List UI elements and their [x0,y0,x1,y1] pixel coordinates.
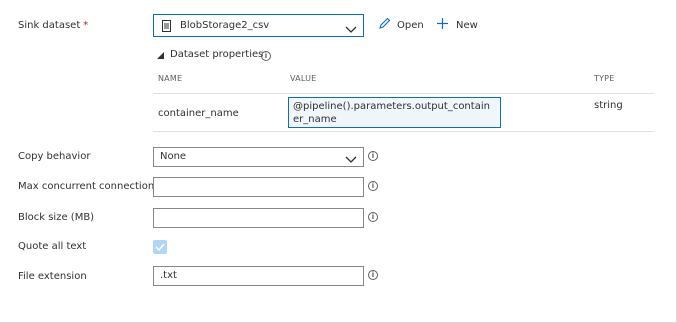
table-divider [153,93,654,94]
quote-all-text-checkbox[interactable] [153,240,167,254]
property-value-input[interactable]: @pipeline().parameters.output_container_… [288,97,501,128]
copy-behavior-value: None [160,151,187,162]
info-icon[interactable]: i [368,181,378,191]
table-divider [153,131,654,132]
required-marker: * [83,20,89,31]
sink-dataset-select[interactable]: BlobStorage2_csv [153,14,364,37]
max-concurrent-connections-input[interactable] [153,177,364,197]
info-icon[interactable]: i [368,151,378,161]
info-icon[interactable]: i [368,212,378,222]
info-icon[interactable]: i [368,270,378,280]
open-label: Open [397,20,424,31]
column-header-value: VALUE [290,74,317,83]
file-extension-label: File extension [18,271,87,282]
column-header-name: NAME [158,74,183,83]
info-icon[interactable]: i [261,51,271,61]
dataset-properties-title: Dataset properties [170,49,264,60]
dataset-file-icon [162,19,171,32]
new-dataset-button[interactable]: New [436,17,480,31]
file-extension-input[interactable]: .txt [153,266,364,286]
pencil-icon [378,17,391,30]
open-dataset-button[interactable]: Open [378,17,424,31]
quote-all-text-label: Quote all text [18,241,87,252]
plus-icon [436,17,449,30]
sink-dataset-value: BlobStorage2_csv [180,20,270,31]
new-label: New [456,20,478,31]
block-size-input[interactable] [153,208,364,228]
copy-behavior-select[interactable]: None [153,147,364,167]
sink-dataset-label: Sink dataset * [18,20,89,31]
collapse-triangle-icon[interactable] [157,51,164,59]
checkmark-icon [155,243,165,252]
copy-behavior-label: Copy behavior [18,151,91,162]
property-type: string [594,100,623,111]
max-concurrent-connections-label: Max concurrent connections [18,181,160,192]
block-size-label: Block size (MB) [18,212,95,223]
property-name: container_name [158,108,239,119]
column-header-type: TYPE [594,74,615,83]
chevron-down-icon [345,21,357,33]
chevron-down-icon [345,153,357,163]
